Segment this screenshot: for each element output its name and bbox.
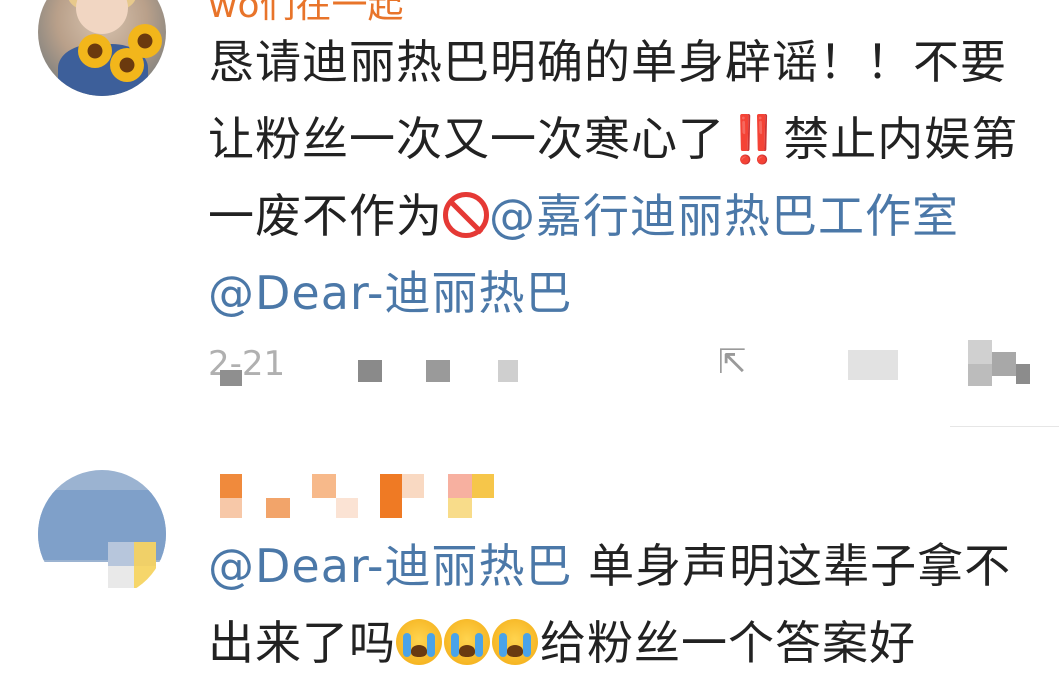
share-icon[interactable]: ⇱ (718, 342, 747, 382)
mention-dear-dilireba[interactable]: @Dear-迪丽热巴 (208, 266, 572, 320)
divider (950, 426, 1059, 427)
user-avatar-2[interactable] (38, 470, 166, 598)
no-entry-emoji (443, 192, 489, 238)
loudly-crying-face-emoji (444, 619, 490, 665)
username-2-pixelated[interactable] (220, 474, 500, 520)
loudly-crying-face-emoji (492, 619, 538, 665)
double-exclamation-emoji: ‼️ (725, 112, 784, 166)
like-icon[interactable] (992, 352, 1016, 376)
comment-1-meta: 2-21 ⇱ (208, 340, 1038, 390)
weibo-comment-thread: wo们在一起 恳请迪丽热巴明确的单身辟谣！！不要让粉丝一次又一次寒心了‼️禁止内… (0, 0, 1059, 681)
comment-2-text: @Dear-迪丽热巴 单身声明这辈子拿不出来了吗 给粉丝一个答案好 (208, 528, 1048, 681)
comment-2-body-2: 给粉丝一个答案好 (540, 616, 916, 670)
loudly-crying-face-emoji (396, 619, 442, 665)
mention-dear-dilireba-2[interactable]: @Dear-迪丽热巴 (208, 539, 572, 593)
user-avatar-1[interactable] (38, 0, 166, 96)
mention-jiaxing-studio[interactable]: @嘉行迪丽热巴工作室 (489, 189, 959, 243)
comment-1-text: 恳请迪丽热巴明确的单身辟谣！！不要让粉丝一次又一次寒心了‼️禁止内娱第一废不作为… (208, 24, 1048, 332)
comment-icon[interactable] (848, 350, 898, 380)
